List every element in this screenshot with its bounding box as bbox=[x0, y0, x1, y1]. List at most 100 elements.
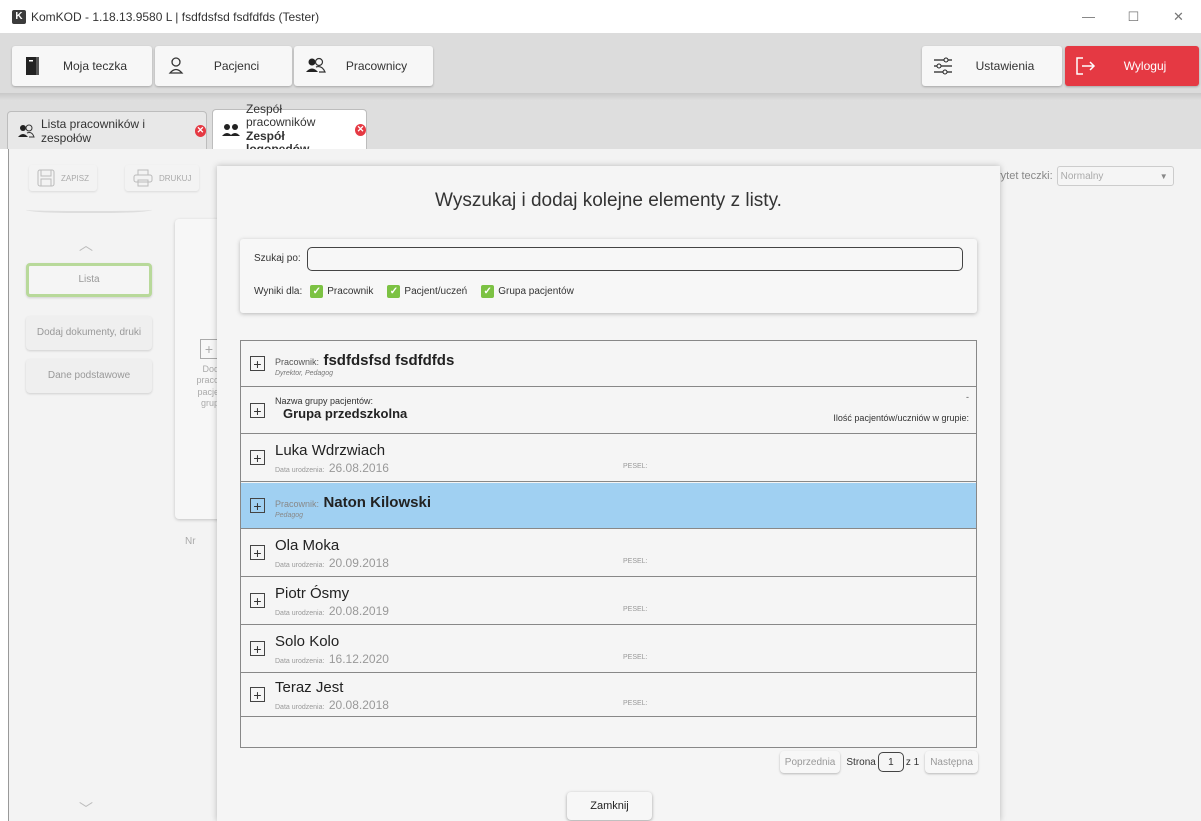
row-name: Piotr Ósmy bbox=[275, 585, 350, 602]
pesel-label: PESEL: bbox=[623, 654, 648, 661]
minimize-button[interactable]: — bbox=[1066, 0, 1111, 33]
priority-field: rytet teczki: Normalny ▼ bbox=[997, 166, 1174, 186]
tab-speech-therapists-team[interactable]: Zespół pracowników Zespół logopedów ✕ bbox=[212, 102, 367, 155]
sidebar-item-basic-data[interactable]: Dane podstawowe bbox=[26, 359, 152, 393]
priority-select[interactable]: Normalny ▼ bbox=[1056, 166, 1174, 186]
logout-button[interactable]: Wyloguj bbox=[1065, 46, 1199, 86]
title-bar: K KomKOD - 1.18.13.9580 L | fsdfdsfsd fs… bbox=[0, 0, 1201, 33]
row-content: Pracownik: Naton Kilowski Pedagog bbox=[275, 494, 431, 519]
dob-label: Data urodzenia: bbox=[275, 610, 325, 617]
filter-employee-checkbox[interactable]: ✓ Pracownik bbox=[310, 285, 373, 298]
filter-patient-checkbox[interactable]: ✓ Pacjent/uczeń bbox=[387, 285, 467, 298]
my-folder-label: Moja teczka bbox=[62, 59, 128, 73]
add-icon[interactable]: + bbox=[250, 641, 265, 656]
pagination: Poprzednia Strona 1 z 1 Następna bbox=[779, 751, 978, 773]
tab-label-line1: Zespół pracowników bbox=[246, 102, 316, 130]
pesel-label: PESEL: bbox=[623, 700, 648, 707]
patients-button[interactable]: Pacjenci bbox=[155, 46, 292, 86]
row-name: Teraz Jest bbox=[275, 679, 344, 696]
close-window-button[interactable]: ✕ bbox=[1156, 0, 1201, 33]
row-name: Ola Moka bbox=[275, 537, 340, 554]
settings-button[interactable]: Ustawienia bbox=[922, 46, 1062, 86]
list-item-selected[interactable]: + Pracownik: Naton Kilowski Pedagog bbox=[241, 483, 976, 529]
employees-button[interactable]: Pracownicy bbox=[294, 46, 433, 86]
employees-label: Pracownicy bbox=[345, 59, 408, 73]
nr-column-header: Nr bbox=[185, 536, 196, 547]
priority-value: Normalny bbox=[1060, 170, 1104, 182]
print-label: DRUKUJ bbox=[159, 173, 192, 183]
add-icon[interactable]: + bbox=[250, 450, 265, 465]
pesel-label: PESEL: bbox=[623, 558, 648, 565]
save-button[interactable]: ZAPISZ bbox=[29, 165, 98, 191]
previous-page-button[interactable]: Poprzednia bbox=[779, 751, 841, 773]
people-icon bbox=[300, 51, 330, 81]
sidebar-item-list[interactable]: Lista bbox=[26, 263, 152, 297]
sidebar-divider bbox=[26, 205, 152, 213]
window-controls: — ☐ ✕ bbox=[1066, 0, 1201, 33]
print-button[interactable]: DRUKUJ bbox=[125, 165, 200, 191]
row-name: Naton Kilowski bbox=[323, 494, 431, 511]
list-item[interactable]: + Piotr Ósmy Data urodzenia: 20.08.2019 … bbox=[241, 578, 976, 625]
filter-group-checkbox[interactable]: ✓ Grupa pacjentów bbox=[481, 285, 574, 298]
chevron-up-icon[interactable]: ︿ bbox=[79, 235, 93, 255]
next-page-button[interactable]: Następna bbox=[925, 751, 978, 773]
row-name: Luka Wdrzwiach bbox=[275, 442, 386, 459]
patients-label: Pacjenci bbox=[213, 59, 260, 73]
list-item[interactable]: + Nazwa grupy pacjentów: Grupa przedszko… bbox=[241, 388, 976, 434]
row-content: Nazwa grupy pacjentów: Grupa przedszkoln… bbox=[275, 396, 407, 421]
add-icon[interactable]: + bbox=[250, 498, 265, 513]
sliders-icon bbox=[928, 51, 958, 81]
search-label: Szukaj po: bbox=[254, 253, 301, 264]
list-item[interactable]: + Teraz Jest Data urodzenia: 20.08.2018 … bbox=[241, 674, 976, 717]
row-name: fsdfdsfsd fsdfdfds bbox=[323, 352, 455, 369]
folder-icon bbox=[18, 51, 48, 81]
list-item[interactable]: + Pracownik: fsdfdsfsd fsdfdfds Dyrektor… bbox=[241, 341, 976, 387]
sidebar-item-add-documents[interactable]: Dodaj dokumenty, druki bbox=[26, 316, 152, 350]
chevron-down-icon[interactable]: ﹀ bbox=[79, 799, 93, 819]
checkmark-icon: ✓ bbox=[387, 285, 401, 298]
pesel-label: PESEL: bbox=[623, 606, 648, 613]
printer-icon bbox=[133, 169, 153, 187]
filter-label: Pacjent/uczeń bbox=[404, 286, 468, 297]
add-icon[interactable]: + bbox=[250, 687, 265, 702]
add-icon[interactable]: + bbox=[250, 545, 265, 560]
maximize-button[interactable]: ☐ bbox=[1111, 0, 1156, 33]
toolbar-divider bbox=[0, 93, 1201, 101]
filter-label: Grupa pacjentów bbox=[498, 286, 574, 297]
row-prefix: Nazwa grupy pacjentów: bbox=[275, 396, 374, 406]
list-item[interactable]: + Ola Moka Data urodzenia: 20.09.2018 PE… bbox=[241, 530, 976, 577]
close-tab-icon[interactable]: ✕ bbox=[355, 123, 366, 136]
add-icon[interactable]: + bbox=[250, 356, 265, 371]
add-icon[interactable]: + bbox=[250, 403, 265, 418]
window-title: KomKOD - 1.18.13.9580 L | fsdfdsfsd fsdf… bbox=[31, 9, 320, 24]
row-name: Solo Kolo bbox=[275, 633, 340, 650]
page-label: Strona bbox=[846, 756, 876, 768]
person-icon bbox=[161, 51, 191, 81]
close-tab-icon[interactable]: ✕ bbox=[194, 124, 206, 137]
results-for-label: Wyniki dla: bbox=[254, 286, 303, 297]
page-number-input[interactable]: 1 bbox=[877, 752, 904, 772]
tab-employee-list[interactable]: Lista pracowników i zespołów ✕ bbox=[7, 111, 207, 149]
people-icon bbox=[221, 122, 241, 138]
dob-value: 20.08.2018 bbox=[328, 698, 389, 712]
group-count-label: Ilość pacjentów/uczniów w grupie: bbox=[833, 413, 969, 423]
search-input[interactable] bbox=[307, 247, 963, 271]
close-dialog-button[interactable]: Zamknij bbox=[567, 792, 652, 820]
row-prefix: Pracownik: bbox=[275, 499, 320, 509]
row-prefix: Pracownik: bbox=[275, 357, 320, 367]
results-list: + Pracownik: fsdfdsfsd fsdfdfds Dyrektor… bbox=[240, 340, 977, 748]
my-folder-button[interactable]: Moja teczka bbox=[12, 46, 152, 86]
filter-label: Pracownik bbox=[327, 286, 374, 297]
row-content: Solo Kolo Data urodzenia: 16.12.2020 bbox=[275, 633, 389, 668]
list-item[interactable]: + Luka Wdrzwiach Data urodzenia: 26.08.2… bbox=[241, 435, 976, 482]
page-count: z 1 bbox=[905, 756, 920, 768]
add-doc-icon: + bbox=[200, 339, 218, 359]
add-icon[interactable]: + bbox=[250, 593, 265, 608]
list-item[interactable]: + Solo Kolo Data urodzenia: 16.12.2020 P… bbox=[241, 626, 976, 673]
dropdown-arrow-icon: ▼ bbox=[1159, 171, 1168, 181]
search-panel: Szukaj po: Wyniki dla: ✓ Pracownik ✓ Pac… bbox=[240, 239, 977, 313]
row-roles: Dyrektor, Pedagog bbox=[275, 370, 333, 377]
row-content: Piotr Ósmy Data urodzenia: 20.08.2019 bbox=[275, 585, 389, 620]
dialog-title: Wyszukaj i dodaj kolejne elementy z list… bbox=[435, 190, 782, 211]
save-label: ZAPISZ bbox=[61, 173, 90, 183]
